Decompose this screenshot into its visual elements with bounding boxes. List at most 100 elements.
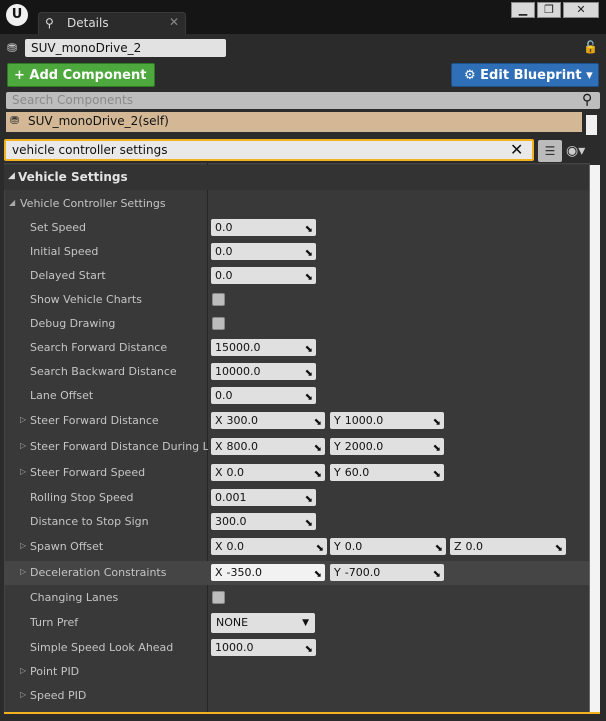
tab-close-icon[interactable]: ✕	[169, 15, 179, 29]
details-scrollbar[interactable]	[589, 165, 600, 713]
expand-arrow-icon[interactable]: ▷	[20, 666, 26, 675]
simple-speed-look-ahead-input[interactable]: 1000.0 ⬊	[211, 639, 316, 656]
search-forward-distance-input[interactable]: 15000.0 ⬊	[211, 339, 316, 356]
value-text: 1000.0	[215, 641, 254, 654]
debug-drawing-checkbox[interactable]	[212, 317, 225, 330]
set-speed-input[interactable]: 0.0 ⬊	[211, 219, 316, 236]
prop-speed-pid[interactable]: ▷ Speed PID	[4, 689, 589, 707]
steer-forward-speed-y-input[interactable]: Y 60.0 ⬊	[330, 464, 444, 481]
prop-label: Rolling Stop Speed	[30, 491, 134, 504]
value-text: 0.0	[215, 389, 233, 402]
value-text: 0.0	[344, 540, 363, 553]
steer-forward-speed-x-input[interactable]: X 0.0 ⬊	[211, 464, 325, 481]
prop-label: Steer Forward Speed	[30, 466, 146, 479]
unreal-logo-icon: U	[6, 4, 28, 26]
prop-changing-lanes: Changing Lanes	[4, 591, 589, 609]
tab-details[interactable]: ⚲ Details ✕	[38, 12, 186, 34]
prop-label: Steer Forward Distance	[30, 414, 159, 427]
prop-label: Search Forward Distance	[30, 341, 168, 354]
add-component-button[interactable]: + Add Component ▾	[7, 63, 155, 107]
expand-arrow-icon[interactable]: ▷	[20, 415, 26, 424]
changing-lanes-checkbox[interactable]	[212, 591, 225, 604]
clear-filter-icon[interactable]: ✕	[510, 139, 523, 161]
value-text: 300.0	[215, 515, 247, 528]
drag-grip-icon: ⬊	[554, 543, 563, 554]
close-window-button[interactable]: ✕	[563, 2, 599, 18]
drag-grip-icon: ⬊	[432, 443, 441, 454]
value-text: 60.0	[344, 466, 370, 479]
axis-x-label: X	[215, 540, 223, 553]
prop-label: Turn Pref	[30, 616, 79, 629]
deceleration-x-input[interactable]: X -350.0 ⬊	[211, 564, 325, 581]
edit-blueprint-button[interactable]: ⚙ Edit Blueprint ▾	[451, 63, 599, 87]
prop-point-pid[interactable]: ▷ Point PID	[4, 665, 589, 683]
steer-forward-lane-y-input[interactable]: Y 2000.0 ⬊	[330, 438, 444, 455]
prop-label: Delayed Start	[30, 269, 106, 282]
value-text: 0.0	[226, 540, 245, 553]
expand-arrow-icon[interactable]: ▷	[20, 467, 26, 476]
lock-icon[interactable]: 🔓	[583, 40, 598, 54]
prop-label: Deceleration Constraints	[30, 566, 167, 579]
value-text: 300.0	[226, 414, 259, 427]
prop-label: Show Vehicle Charts	[30, 293, 142, 306]
drag-grip-icon: ⬊	[304, 344, 313, 355]
property-matrix-button[interactable]: ☰	[538, 140, 562, 162]
show-vehicle-charts-checkbox[interactable]	[212, 293, 225, 306]
drag-grip-icon: ⬊	[315, 543, 324, 554]
prop-label: Steer Forward Distance During Lane Chang…	[30, 440, 208, 453]
distance-to-stop-sign-input[interactable]: 300.0 ⬊	[211, 513, 316, 530]
minimize-button[interactable]: ▁	[511, 2, 535, 18]
prop-label: Debug Drawing	[30, 317, 116, 330]
value-text: 0.0	[226, 466, 245, 479]
value-text: 0.0	[215, 221, 233, 234]
axis-x-label: X	[215, 466, 223, 479]
drag-grip-icon: ⬊	[304, 392, 313, 403]
axis-y-label: Y	[334, 566, 341, 579]
actor-icon: ⛃	[10, 114, 20, 127]
component-label: SUV_monoDrive_2(self)	[28, 114, 169, 128]
search-icon[interactable]: ⚲	[582, 92, 592, 109]
prop-label: Distance to Stop Sign	[30, 515, 149, 528]
search-backward-distance-input[interactable]: 10000.0 ⬊	[211, 363, 316, 380]
spawn-offset-y-input[interactable]: Y 0.0 ⬊	[330, 538, 446, 555]
expand-arrow-icon[interactable]: ▷	[20, 690, 26, 699]
drag-grip-icon: ⬊	[432, 469, 441, 480]
lane-offset-input[interactable]: 0.0 ⬊	[211, 387, 316, 404]
expand-arrow-icon[interactable]: ▷	[20, 541, 26, 550]
value-text: 15000.0	[215, 341, 261, 354]
steer-forward-distance-x-input[interactable]: X 300.0 ⬊	[211, 412, 325, 429]
details-filter-input[interactable]: vehicle controller settings	[4, 139, 534, 161]
maximize-button[interactable]: ❐	[537, 2, 561, 18]
steer-forward-lane-x-input[interactable]: X 800.0 ⬊	[211, 438, 325, 455]
spawn-offset-z-input[interactable]: Z 0.0 ⬊	[450, 538, 566, 555]
drag-grip-icon: ⬊	[304, 368, 313, 379]
axis-y-label: Y	[334, 440, 341, 453]
drag-grip-icon: ⬊	[313, 469, 322, 480]
expand-arrow-icon[interactable]: ▷	[20, 441, 26, 450]
view-options-eye-icon[interactable]: ◉▾	[566, 140, 585, 162]
deceleration-y-input[interactable]: Y -700.0 ⬊	[330, 564, 444, 581]
actor-name-field[interactable]: SUV_monoDrive_2	[25, 39, 226, 57]
drag-grip-icon: ⬊	[304, 644, 313, 655]
delayed-start-input[interactable]: 0.0 ⬊	[211, 267, 316, 284]
value-text: 0.0	[215, 245, 233, 258]
drag-grip-icon: ⬊	[313, 417, 322, 428]
rolling-stop-speed-input[interactable]: 0.001 ⬊	[211, 489, 316, 506]
category-vehicle-settings[interactable]: ◢ Vehicle Settings	[4, 165, 590, 190]
initial-speed-input[interactable]: 0.0 ⬊	[211, 243, 316, 260]
focus-border	[4, 712, 600, 714]
component-list-scrollbar[interactable]	[586, 115, 597, 135]
value-text: 0.0	[465, 540, 484, 553]
turn-pref-dropdown[interactable]: NONE ▼	[211, 613, 315, 633]
steer-forward-distance-y-input[interactable]: Y 1000.0 ⬊	[330, 412, 444, 429]
details-search-icon: ⚲	[45, 16, 54, 30]
spawn-offset-x-input[interactable]: X 0.0 ⬊	[211, 538, 327, 555]
value-text: 0.0	[215, 269, 233, 282]
search-components-input[interactable]: Search Components	[6, 92, 600, 109]
subcategory-vehicle-controller-settings[interactable]: ◢ Vehicle Controller Settings	[4, 197, 589, 213]
expand-arrow-icon[interactable]: ▷	[20, 567, 26, 576]
value-text: -700.0	[344, 566, 381, 579]
title-bar: U ⚲ Details ✕ ▁ ❐ ✕	[0, 0, 606, 34]
category-label: Vehicle Settings	[18, 170, 128, 184]
component-list-item-self[interactable]: ⛃ SUV_monoDrive_2(self)	[6, 112, 582, 132]
